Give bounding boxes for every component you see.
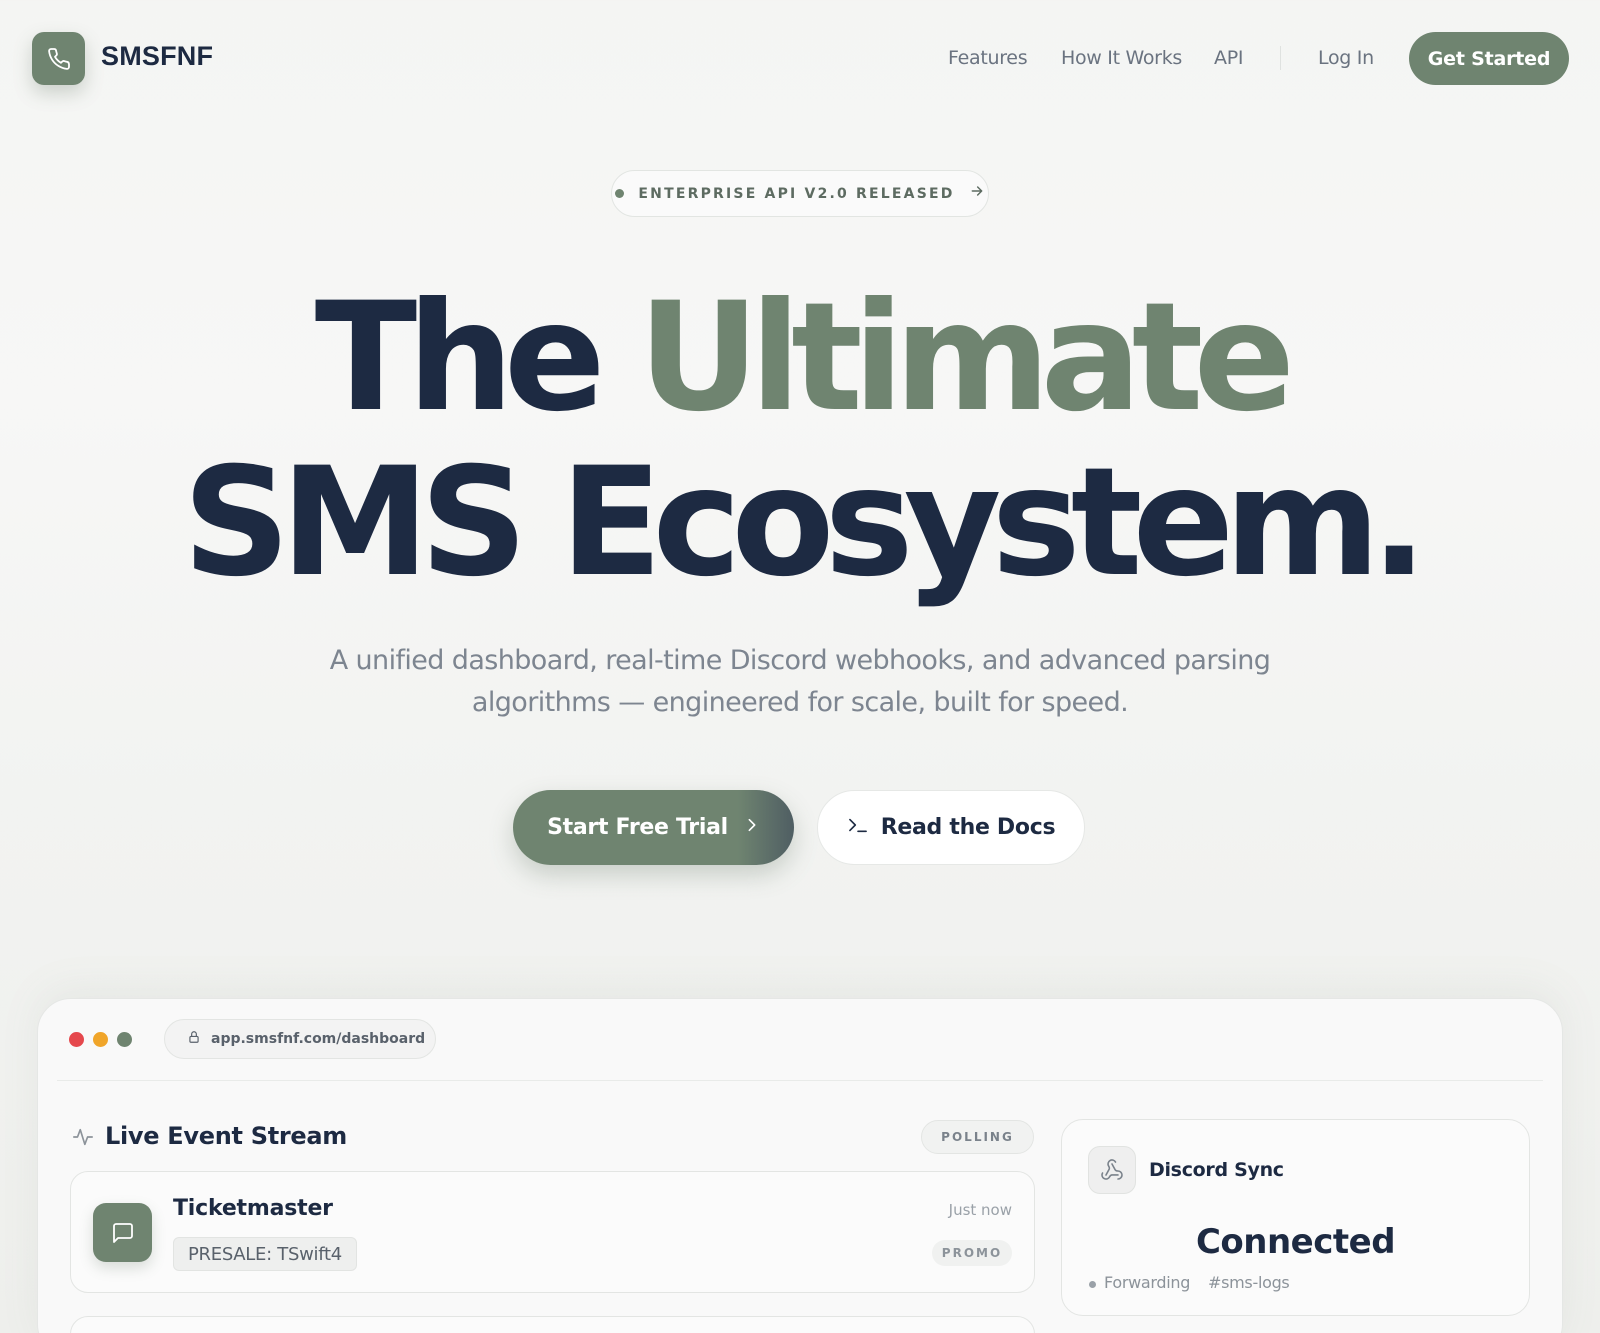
forwarding-channel: #sms-logs [1208, 1273, 1290, 1292]
event-sender: Ticketmaster [173, 1196, 333, 1221]
badge-dot [615, 189, 625, 198]
arrow-right-icon [969, 183, 985, 204]
read-docs-button[interactable]: Read the Docs [817, 790, 1085, 865]
activity-icon [72, 1126, 94, 1153]
event-message-code: PRESALE: TSwift4 [173, 1237, 357, 1271]
forwarding-label: Forwarding [1104, 1273, 1191, 1292]
chevron-right-icon [744, 815, 760, 840]
subtitle-line-2: algorithms — engineered for scale, built… [471, 687, 1129, 718]
event-tag-badge: PROMO [932, 1240, 1012, 1266]
read-docs-label: Read the Docs [880, 815, 1056, 840]
hero-headline-line1: The Ultimate [0, 283, 1600, 433]
get-started-button[interactable]: Get Started [1409, 32, 1569, 85]
subtitle-line-1: A unified dashboard, real-time Discord w… [329, 645, 1271, 676]
terminal-icon [847, 815, 869, 840]
window-close-dot [69, 1032, 84, 1047]
window-minimize-dot [93, 1032, 108, 1047]
connection-status: Connected [1195, 1222, 1396, 1262]
hero-headline-dark: The [314, 271, 606, 445]
hero-subtitle: A unified dashboard, real-time Discord w… [300, 640, 1300, 724]
nav-link-api[interactable]: API [1214, 47, 1243, 69]
login-link[interactable]: Log In [1318, 47, 1374, 69]
lock-icon [187, 1029, 201, 1049]
window-maximize-dot [117, 1032, 132, 1047]
polling-badge: POLLING [921, 1120, 1034, 1154]
url-text: app.smsfnf.com/dashboard [211, 1031, 426, 1047]
start-free-trial-label: Start Free Trial [547, 815, 728, 840]
start-free-trial-button[interactable]: Start Free Trial [513, 790, 794, 865]
phone-icon[interactable] [32, 32, 85, 85]
discord-sync-title: Discord Sync [1149, 1159, 1284, 1181]
webhook-icon [1088, 1146, 1136, 1194]
release-badge[interactable]: ENTERPRISE API V2.0 RELEASED [611, 170, 989, 217]
event-timestamp: Just now [948, 1201, 1012, 1219]
nav-link-how-it-works[interactable]: How It Works [1061, 47, 1182, 69]
forwarding-dot [1089, 1281, 1096, 1288]
nav-divider [1280, 46, 1281, 70]
message-icon [93, 1203, 152, 1262]
event-card[interactable] [70, 1316, 1035, 1333]
dashboard-divider [57, 1080, 1543, 1081]
hero-headline-accent: Ultimate [637, 271, 1295, 445]
live-event-stream-title: Live Event Stream [105, 1122, 348, 1150]
nav-link-features[interactable]: Features [948, 47, 1028, 69]
badge-text: ENTERPRISE API V2.0 RELEASED [638, 185, 955, 202]
url-bar[interactable]: app.smsfnf.com/dashboard [164, 1019, 436, 1059]
hero-headline-line2: SMS Ecosystem. [182, 436, 1427, 610]
top-nav: SMSFNF Features How It Works API Log In … [0, 0, 1600, 116]
brand-name[interactable]: SMSFNF [101, 41, 213, 72]
event-card[interactable] [70, 1171, 1035, 1293]
